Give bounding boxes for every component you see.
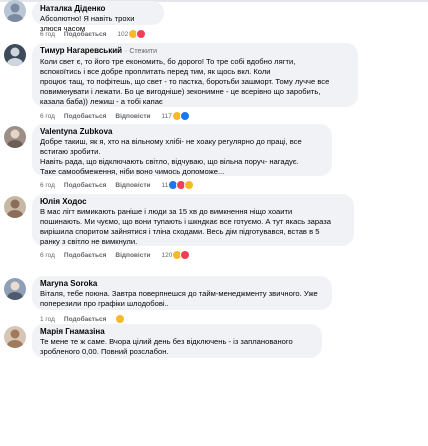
comments-feed: Наталка Діденко Абсолютно! Я навіть трох… [0,0,428,446]
heart-reaction-icon [136,29,147,39]
wow-reaction-icon [184,180,195,190]
comment-bubble: Maryna Soroka Віталя, тебе поюна. Завтра… [32,276,332,310]
avatar[interactable] [4,326,26,348]
like-button[interactable]: Подобається [64,252,106,259]
like-reaction-icon [179,111,190,121]
reaction-count: 11 [161,181,169,189]
comment-bubble: Тимур Нагаревський · Стежити Коли свет є,… [32,43,358,107]
comment-author[interactable]: Наталка Діденко [40,4,156,14]
comment-author[interactable]: Тимур Нагаревський · Стежити [40,46,350,57]
comment-text-line: Навіть рада, що відключають світло, відч… [40,157,299,166]
comment-text-line: Те мене те ж саме. Вчора цілий день без … [40,337,293,346]
comment-text-line: Таке самообмеження, ніби воно чимось доп… [40,167,225,176]
heart-reaction-icon [180,250,191,260]
avatar-icon [4,278,26,300]
comment-author[interactable]: Юлія Ходос [40,197,346,207]
reaction-summary[interactable] [115,314,126,324]
care-reaction-icon [115,314,126,324]
reaction-summary[interactable]: 120 [162,250,191,260]
comment-text-line: пошинають. Ми чуємо, що вони тупають і ш… [40,217,331,226]
comment-text-line: повимкнувати і лежати. Бо це вигодніше) … [40,87,321,96]
comment-text-line: поперезили про графіки шлодобові.. [40,299,169,308]
reply-button[interactable]: Відповісти [115,113,150,120]
avatar[interactable] [4,196,26,218]
avatar-icon [4,0,26,22]
reaction-count: 117 [161,112,172,120]
avatar[interactable] [4,0,26,22]
comment-text-line: вспокоїтись і все добре проплитать перед… [40,67,271,76]
comment-author[interactable]: Maryna Soroka [40,279,324,289]
comment-time[interactable]: 6 год [40,252,55,259]
comment-text-line: ранку з світло не вимкнули. [40,237,138,246]
reaction-count: 120 [161,251,173,259]
avatar-icon [4,44,26,66]
comment-text-line: вирішила споритом зайнятися і тлінa сход… [40,227,320,236]
reaction-count: 102 [117,30,129,38]
like-button[interactable]: Подобається [64,316,106,323]
comment-text-line: встигаю зробити. [40,147,101,156]
comment-time[interactable]: 6 год [40,113,55,120]
comment-time[interactable]: 1 год [40,316,55,323]
reaction-summary[interactable]: 102 [117,29,147,39]
comment-time[interactable]: 6 год [40,182,55,189]
like-button[interactable]: Подобається [64,113,106,120]
comment-bubble: Марія Гнамазіна Те мене те ж саме. Вчора… [32,324,322,358]
like-button[interactable]: Подобається [64,31,106,38]
comment-text-line: зробленого 0,00. Повний розслабон. [40,347,169,356]
comment-time[interactable]: 6 год [40,31,55,38]
reply-button[interactable]: Відповісти [115,252,150,259]
comment-actions: 6 год Подобається Відповісти 120 [40,249,199,261]
like-button[interactable]: Подобається [64,182,106,189]
comment-bubble: Юлія Ходос В мас лігт вимикають раніше і… [32,194,354,246]
comment-actions: 6 год Подобається Відповісти 117 [40,110,199,122]
comment-actions: 6 год Подобається Відповісти 11 [40,179,203,191]
comment-text-line: Коли свет є, то його тре економить, бо д… [40,57,296,66]
comment-author[interactable]: Valentyna Zubkova [40,127,324,137]
reaction-summary[interactable]: 11 [162,180,195,190]
comment-text-line: В мас лігт вимикають раніше і люди за 15… [40,207,293,216]
avatar[interactable] [4,44,26,66]
reaction-summary[interactable]: 117 [162,111,190,121]
avatar-icon [4,126,26,148]
reply-button[interactable]: Відповісти [115,182,150,189]
comment-bubble: Наталка Діденко Абсолютно! Я навіть трох… [32,1,164,33]
avatar[interactable] [4,278,26,300]
comment-text-line: Віталя, тебе поюна. Завтра поверпнешся д… [40,289,318,298]
comment-author[interactable]: Марія Гнамазіна [40,327,314,337]
avatar-icon [4,326,26,348]
comment-text-line: казала баба)) лежиш - а тобі капає [40,97,163,106]
avatar[interactable] [4,126,26,148]
comment-text-line: процює тащ, то пофітешь, що свет - то па… [40,77,330,86]
follow-link[interactable]: · Стежити [125,48,157,55]
avatar-icon [4,196,26,218]
comment-text-line: Добре такиш, як я, хто на вільному хлібі… [40,137,302,146]
comment-bubble: Valentyna Zubkova Добре такиш, як я, хто… [32,124,332,176]
comment-actions: 6 год Подобається 102 [40,28,155,40]
